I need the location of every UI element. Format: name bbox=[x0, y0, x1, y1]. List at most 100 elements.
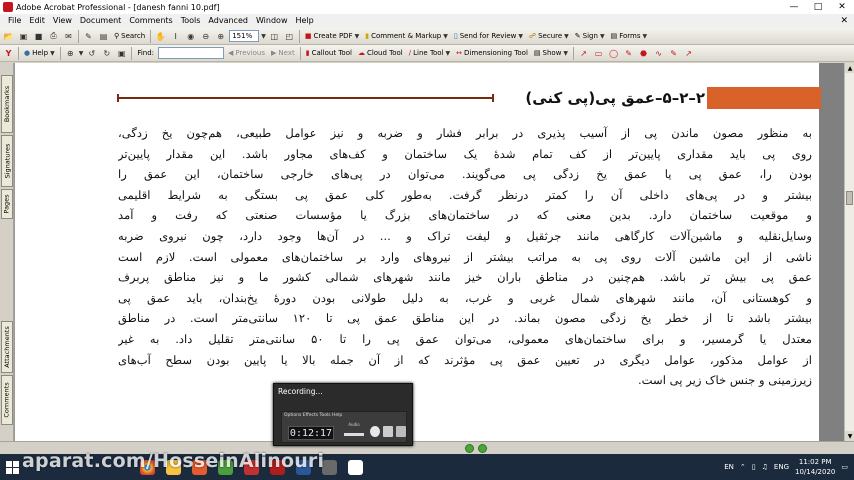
find-input[interactable] bbox=[158, 47, 225, 59]
volume-icon[interactable]: ♫ bbox=[762, 463, 768, 471]
search-button[interactable]: ⚲ Search bbox=[112, 29, 147, 43]
title-bar: Adobe Acrobat Professional - [danesh fan… bbox=[0, 0, 854, 14]
delete-recording-icon[interactable] bbox=[370, 426, 380, 437]
rectangle-tool-icon[interactable]: ▭ bbox=[592, 47, 605, 60]
show-button[interactable]: ▤ Show ▼ bbox=[532, 46, 570, 60]
audio-slider[interactable] bbox=[344, 433, 364, 436]
body-text: به منظور مصون ماندن پی از آسیب پذیری در … bbox=[118, 123, 812, 391]
menu-file[interactable]: File bbox=[4, 14, 25, 28]
snapshot-icon[interactable]: ◉ bbox=[184, 30, 197, 43]
pencil-eraser-icon[interactable]: ✎ bbox=[667, 47, 680, 60]
menu-document[interactable]: Document bbox=[76, 14, 125, 28]
arrow-tool-icon[interactable]: ↗ bbox=[682, 47, 695, 60]
fit-width-icon[interactable]: ◰ bbox=[283, 30, 296, 43]
menu-edit[interactable]: Edit bbox=[25, 14, 49, 28]
toolbar-divider bbox=[78, 29, 79, 43]
stop-icon[interactable] bbox=[396, 426, 406, 437]
text-line: روی پی باید مقداری پایین‌تر از کف تمام ش… bbox=[118, 146, 812, 161]
select-tool-icon[interactable]: I bbox=[169, 30, 182, 43]
document-close-icon[interactable]: ✕ bbox=[840, 16, 848, 26]
next-button[interactable]: ▶ Next bbox=[269, 46, 297, 60]
forms-button[interactable]: ▤ Forms ▼ bbox=[609, 29, 650, 43]
previous-button[interactable]: ◀ Previous bbox=[226, 46, 267, 60]
tab-signatures[interactable]: Signatures bbox=[1, 135, 13, 187]
text-line: از عوامل مذکور، عوامل دیگری در تعیین عمق… bbox=[118, 352, 812, 367]
zoom-dropdown-icon[interactable]: ▼ bbox=[261, 33, 266, 40]
tray-chevron-icon[interactable]: ⌃ bbox=[740, 463, 746, 471]
sign-button[interactable]: ✎ Sign ▼ bbox=[573, 29, 607, 43]
attach-icon[interactable]: ✎ bbox=[82, 30, 95, 43]
pause-icon[interactable] bbox=[383, 426, 393, 437]
recorder-taskbar-icon[interactable] bbox=[342, 454, 368, 480]
text-line: ناشی از این ماشین آلات روی پی به مراتب ب… bbox=[118, 249, 812, 264]
menu-tools[interactable]: Tools bbox=[177, 14, 205, 28]
language-indicator[interactable]: EN bbox=[724, 463, 734, 471]
polygon-tool-icon[interactable]: ⬣ bbox=[637, 47, 650, 60]
arrow-tool-icon[interactable]: ↗ bbox=[577, 47, 590, 60]
maximize-button[interactable]: □ bbox=[806, 0, 830, 14]
network-icon[interactable]: ▯ bbox=[752, 463, 756, 471]
oval-tool-icon[interactable]: ◯ bbox=[607, 47, 620, 60]
menu-help[interactable]: Help bbox=[291, 14, 317, 28]
callout-icon: ▮ bbox=[305, 49, 310, 57]
text-line: بیشتر و در پی‌های داخلی آن را کمتر درنظر… bbox=[118, 187, 812, 202]
menu-window[interactable]: Window bbox=[252, 14, 292, 28]
scroll-down-icon[interactable]: ▼ bbox=[845, 431, 854, 441]
print-icon[interactable]: ⎙ bbox=[47, 30, 60, 43]
fit-page-icon[interactable]: ◫ bbox=[268, 30, 281, 43]
chevron-down-icon: ▼ bbox=[445, 49, 451, 57]
page-nav-previous-icon[interactable] bbox=[465, 444, 474, 453]
send-review-button[interactable]: ▯ Send for Review ▼ bbox=[452, 29, 525, 43]
page-nav-next-icon[interactable] bbox=[478, 444, 487, 453]
zoom-in-icon[interactable]: ⊕ bbox=[214, 30, 227, 43]
start-button[interactable] bbox=[0, 454, 24, 480]
comment-markup-button[interactable]: ▮ Comment & Markup ▼ bbox=[363, 29, 450, 43]
open-icon[interactable]: 📂 bbox=[2, 30, 15, 43]
line-tool-button[interactable]: ∕ Line Tool ▼ bbox=[407, 46, 452, 60]
scroll-thumb[interactable] bbox=[846, 191, 853, 205]
vertical-scrollbar[interactable]: ▲ ▼ bbox=[844, 63, 854, 441]
screen-recorder-window[interactable]: Recording... Options Effects Tools Help … bbox=[273, 383, 413, 446]
polyline-tool-icon[interactable]: ∿ bbox=[652, 47, 665, 60]
zoom-tool-icon[interactable]: ⊕ bbox=[64, 47, 77, 60]
rotate-right-icon[interactable]: ↻ bbox=[100, 47, 113, 60]
recorder-menu[interactable]: Options Effects Tools Help bbox=[284, 413, 342, 418]
window-title: Adobe Acrobat Professional - [danesh fan… bbox=[16, 2, 220, 12]
menu-comments[interactable]: Comments bbox=[125, 14, 176, 28]
audio-level-meter[interactable]: Audio bbox=[342, 422, 366, 436]
navigation-pane: Bookmarks Signatures Pages Attachments C… bbox=[0, 63, 14, 441]
minimize-button[interactable]: — bbox=[782, 0, 806, 14]
rotate-left-icon[interactable]: ↺ bbox=[85, 47, 98, 60]
email-icon[interactable]: ✉ bbox=[62, 30, 75, 43]
scroll-up-icon[interactable]: ▲ bbox=[845, 63, 854, 73]
taskbar-clock[interactable]: 11:02 PM 10/14/2020 bbox=[795, 457, 835, 477]
tab-bookmarks[interactable]: Bookmarks bbox=[1, 75, 13, 133]
pencil-tool-icon[interactable]: ✎ bbox=[622, 47, 635, 60]
arrow-left-icon: ◀ bbox=[228, 49, 234, 57]
page-icon[interactable]: ▣ bbox=[115, 47, 128, 60]
tab-comments[interactable]: Comments bbox=[1, 375, 13, 425]
save-icon[interactable]: ■ bbox=[32, 30, 45, 43]
toolbar-divider bbox=[59, 46, 61, 60]
chevron-down-icon[interactable]: ▼ bbox=[79, 50, 84, 57]
zoom-level-field[interactable]: 151% bbox=[229, 30, 260, 42]
menu-view[interactable]: View bbox=[49, 14, 76, 28]
hand-tool-icon[interactable]: ✋ bbox=[154, 30, 167, 43]
tab-attachments[interactable]: Attachments bbox=[1, 321, 13, 373]
document-view[interactable]: ۲–۲–۵–عمق پی(پی کنی) به منظور مصون ماندن… bbox=[14, 63, 844, 441]
cloud-tool-button[interactable]: ☁ Cloud Tool bbox=[356, 46, 405, 60]
tab-pages[interactable]: Pages bbox=[1, 189, 13, 219]
text-line: بیشتر باشد تا از خطر یخ زدگی مصون بماند.… bbox=[118, 311, 812, 326]
secure-button[interactable]: ☍ Secure ▼ bbox=[527, 29, 571, 43]
help-button[interactable]: ● Help ▼ bbox=[22, 46, 57, 60]
zoom-out-icon[interactable]: ⊖ bbox=[199, 30, 212, 43]
organize-icon[interactable]: ▤ bbox=[97, 30, 110, 43]
menu-advanced[interactable]: Advanced bbox=[204, 14, 252, 28]
dimensioning-tool-button[interactable]: ↔ Dimensioning Tool bbox=[454, 46, 530, 60]
create-icon[interactable]: ▣ bbox=[17, 30, 30, 43]
input-language-indicator[interactable]: ENG bbox=[774, 463, 789, 471]
create-pdf-button[interactable]: ■ Create PDF ▼ bbox=[303, 29, 361, 43]
notifications-icon[interactable]: ▭ bbox=[841, 463, 848, 471]
callout-tool-button[interactable]: ▮ Callout Tool bbox=[304, 46, 354, 60]
close-button[interactable]: ✕ bbox=[830, 0, 854, 14]
